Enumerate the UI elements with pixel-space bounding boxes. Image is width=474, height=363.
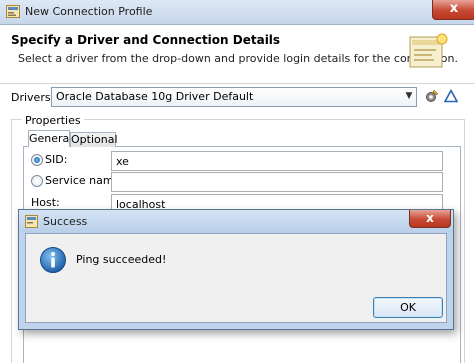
new-driver-icon[interactable] bbox=[444, 89, 458, 103]
wizard-page-title: Specify a Driver and Connection Details bbox=[11, 33, 281, 47]
database-connection-icon bbox=[6, 5, 20, 18]
service-name-radio[interactable] bbox=[31, 175, 43, 187]
edit-driver-icon[interactable] bbox=[425, 89, 439, 103]
success-dialog: Success x Ping succeeded! OK bbox=[18, 209, 454, 330]
dialog-title: Success bbox=[43, 215, 88, 228]
properties-group-label: Properties bbox=[22, 114, 84, 127]
sid-input[interactable]: xe bbox=[111, 151, 443, 171]
ok-button[interactable]: OK bbox=[373, 297, 443, 318]
dialog-close-button[interactable]: x bbox=[409, 210, 451, 228]
sid-radio[interactable] bbox=[31, 154, 43, 166]
drivers-label: Drivers: bbox=[11, 91, 55, 104]
tab-general[interactable]: General bbox=[28, 130, 72, 147]
dialog-message: Ping succeeded! bbox=[76, 253, 167, 266]
drivers-dropdown[interactable]: Oracle Database 10g Driver Default ▼ bbox=[51, 87, 417, 107]
dialog-body: Ping succeeded! OK bbox=[25, 233, 447, 323]
window-title: New Connection Profile bbox=[25, 5, 153, 18]
dialog-titlebar[interactable]: Success x bbox=[19, 210, 453, 233]
connection-wizard-banner-icon bbox=[409, 33, 448, 68]
tab-optional[interactable]: Optional bbox=[70, 132, 118, 147]
info-icon bbox=[40, 247, 66, 273]
sid-label: SID: bbox=[45, 153, 68, 166]
chevron-down-icon[interactable]: ▼ bbox=[403, 90, 415, 103]
wizard-page-description: Select a driver from the drop-down and p… bbox=[18, 52, 458, 65]
host-label: Host: bbox=[31, 196, 60, 209]
sid-input-value: xe bbox=[116, 155, 129, 168]
database-connection-icon bbox=[25, 215, 38, 228]
service-name-input[interactable] bbox=[111, 172, 443, 192]
drivers-dropdown-value: Oracle Database 10g Driver Default bbox=[56, 90, 254, 103]
window-close-button[interactable]: x bbox=[432, 0, 474, 20]
main-titlebar[interactable]: New Connection Profile x bbox=[0, 0, 474, 25]
